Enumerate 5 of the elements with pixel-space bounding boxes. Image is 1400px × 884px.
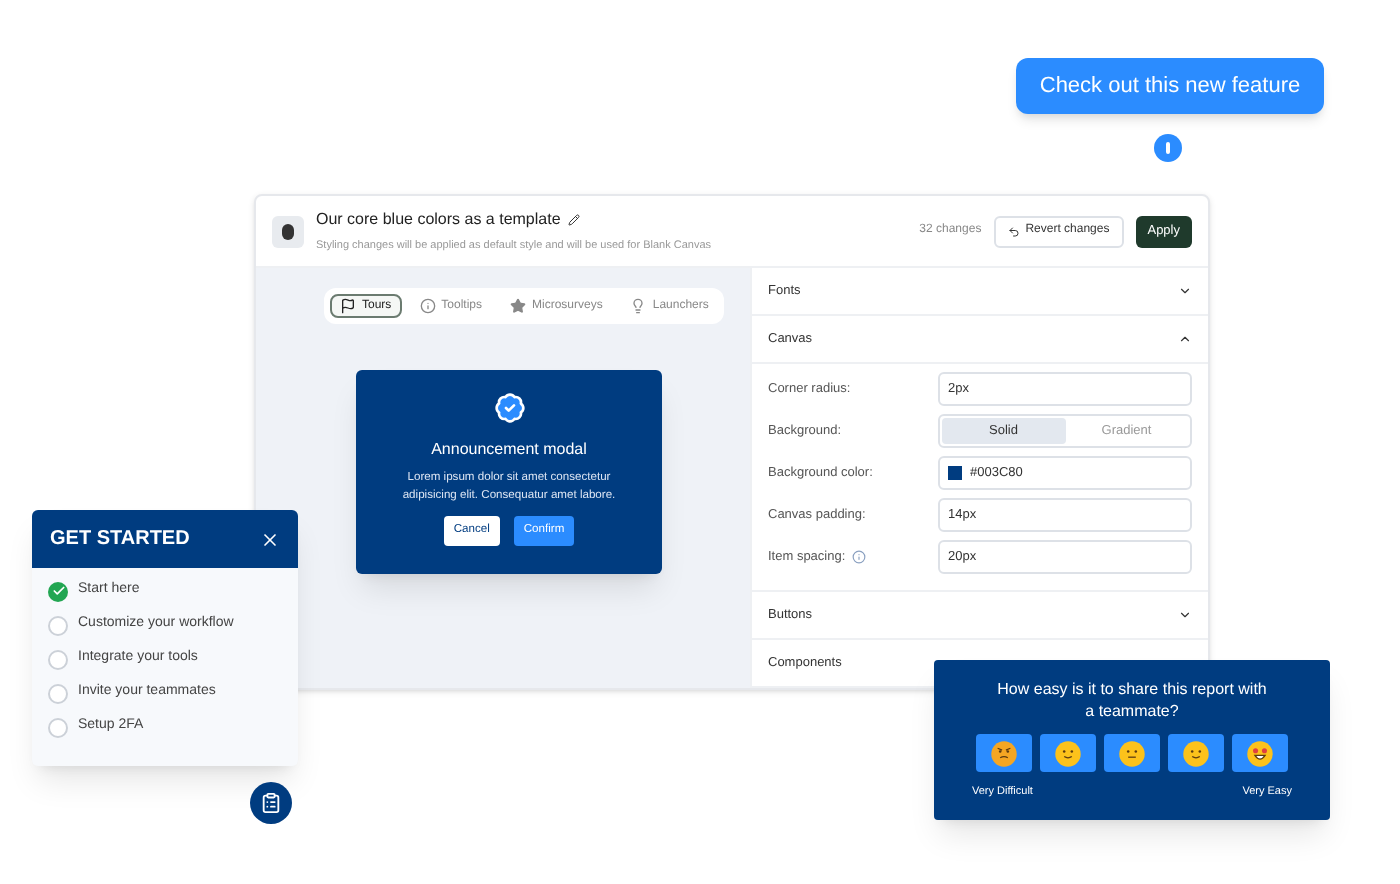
- survey-question: How easy is it to share this report with a teammate?: [995, 678, 1269, 722]
- feature-tooltip: Check out this new feature: [1016, 58, 1324, 114]
- template-title: Our core blue colors as a template: [316, 207, 561, 232]
- modal-title: Announcement modal: [431, 438, 587, 462]
- checklist-title: GET STARTED: [50, 526, 190, 554]
